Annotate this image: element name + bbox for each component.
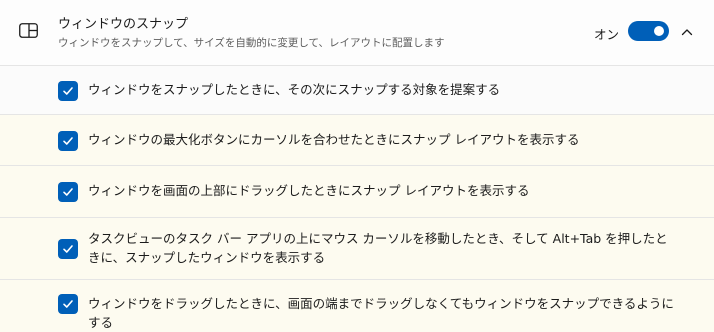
snap-windows-settings-panel: ウィンドウのスナップ ウィンドウをスナップして、サイズを自動的に変更して、レイア… <box>0 0 714 332</box>
option-label: タスクビューのタスク バー アプリの上にマウス カーソルを移動したとき、そして … <box>88 231 668 265</box>
checkmark-icon <box>63 137 73 145</box>
snap-option-row[interactable]: タスクビューのタスク バー アプリの上にマウス カーソルを移動したとき、そして … <box>0 218 714 280</box>
snap-options-list: ウィンドウをスナップしたときに、その次にスナップする対象を提案する ウィンドウの… <box>0 66 714 332</box>
checkmark-icon <box>63 188 73 196</box>
snap-windows-header[interactable]: ウィンドウのスナップ ウィンドウをスナップして、サイズを自動的に変更して、レイア… <box>0 0 714 66</box>
checkbox[interactable] <box>58 182 78 202</box>
snap-option-row[interactable]: ウィンドウをドラッグしたときに、画面の端までドラッグしなくてもウィンドウをスナッ… <box>0 280 714 332</box>
toggle-state-label: オン <box>594 27 620 42</box>
checkbox[interactable] <box>58 239 78 259</box>
checkbox[interactable] <box>58 81 78 101</box>
snap-option-row[interactable]: ウィンドウを画面の上部にドラッグしたときにスナップ レイアウトを表示する <box>0 166 714 218</box>
checkmark-icon <box>63 245 73 253</box>
snap-option-row[interactable]: ウィンドウをスナップしたときに、その次にスナップする対象を提案する <box>0 66 714 115</box>
checkmark-icon <box>63 300 73 308</box>
option-label: ウィンドウの最大化ボタンにカーソルを合わせたときにスナップ レイアウトを表示する <box>88 132 580 147</box>
setting-description: ウィンドウをスナップして、サイズを自動的に変更して、レイアウトに配置します <box>58 37 445 49</box>
option-label: ウィンドウをスナップしたときに、その次にスナップする対象を提案する <box>88 82 501 97</box>
setting-title: ウィンドウのスナップ <box>58 17 189 32</box>
checkbox[interactable] <box>58 131 78 151</box>
chevron-up-icon[interactable] <box>680 24 694 38</box>
option-label: ウィンドウをドラッグしたときに、画面の端までドラッグしなくてもウィンドウをスナッ… <box>88 296 674 330</box>
snap-option-row[interactable]: ウィンドウの最大化ボタンにカーソルを合わせたときにスナップ レイアウトを表示する <box>0 115 714 166</box>
checkmark-icon <box>63 87 73 95</box>
snap-windows-toggle[interactable] <box>628 21 669 41</box>
snap-window-icon <box>19 23 38 38</box>
option-label: ウィンドウを画面の上部にドラッグしたときにスナップ レイアウトを表示する <box>88 183 530 198</box>
checkbox[interactable] <box>58 294 78 314</box>
toggle-knob <box>654 26 664 36</box>
